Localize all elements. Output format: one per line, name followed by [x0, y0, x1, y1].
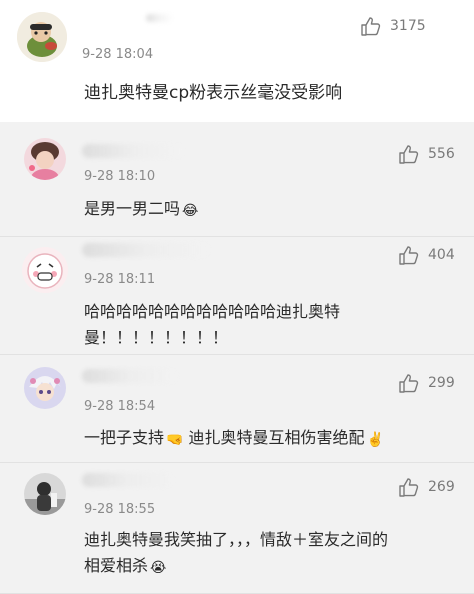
- user-avatar[interactable]: [24, 473, 66, 515]
- comment-text: 迪扎奥特曼cp粉表示丝毫没受影响: [84, 83, 343, 103]
- comment-line: 哈哈哈哈哈哈哈哈哈哈哈哈迪扎奥特: [84, 302, 341, 321]
- username-redacted[interactable]: [82, 369, 178, 383]
- comment-segment: 一把子支持: [84, 428, 165, 447]
- victory-hand-icon: ✌️: [366, 432, 384, 448]
- thumbs-up-icon: [399, 145, 419, 164]
- username-redacted[interactable]: [82, 243, 210, 257]
- comment-line: 相爱相杀 😭: [84, 553, 388, 581]
- timestamp: 9-28 18:54: [84, 399, 156, 414]
- like-count: 404: [428, 247, 455, 263]
- comment-line: 是男一男二吗: [84, 199, 181, 218]
- username-redacted[interactable]: [82, 144, 184, 158]
- like-button[interactable]: 299: [398, 373, 455, 393]
- like-button[interactable]: 556: [398, 144, 455, 164]
- comment-text: 迪扎奥特曼我笑抽了，，，情敌＋室友之间的 相爱相杀 😭: [84, 527, 388, 581]
- comment-line: 迪扎奥特曼我笑抽了，，，情敌＋室友之间的: [84, 530, 389, 549]
- like-count: 299: [428, 375, 455, 391]
- like-count: 3175: [390, 18, 426, 34]
- comment-segment: 迪扎奥特曼互相伤害绝配: [188, 428, 365, 447]
- username-redacted[interactable]: [146, 14, 172, 22]
- reply-item: 404 9-28 18:11 哈哈哈哈哈哈哈哈哈哈哈哈迪扎奥特 曼！！！！！！！…: [0, 237, 474, 355]
- like-count: 556: [428, 146, 455, 162]
- laughing-crying-icon: 😂: [182, 203, 199, 219]
- comment-line-text: 相爱相杀: [84, 556, 149, 575]
- user-avatar[interactable]: [24, 138, 66, 180]
- timestamp: 9-28 18:55: [84, 502, 156, 517]
- main-comment: 3175 9-28 18:04 迪扎奥特曼cp粉表示丝毫没受影响: [0, 0, 474, 118]
- username-redacted[interactable]: [82, 473, 174, 487]
- thumbs-up-icon: [399, 478, 419, 497]
- user-avatar[interactable]: [24, 367, 66, 409]
- comment-text: 是男一男二吗 😂: [84, 196, 198, 224]
- like-button[interactable]: 404: [398, 245, 455, 265]
- thumbs-up-icon: [399, 246, 419, 265]
- fist-icon: 🤜: [166, 432, 184, 448]
- comment-text: 一把子支持 🤜 迪扎奥特曼互相伤害绝配 ✌️: [84, 425, 384, 453]
- comment-text: 哈哈哈哈哈哈哈哈哈哈哈哈迪扎奥特 曼！！！！！！！！: [84, 299, 340, 351]
- like-count: 269: [428, 479, 455, 495]
- reply-item: 269 9-28 18:55 迪扎奥特曼我笑抽了，，，情敌＋室友之间的 相爱相杀…: [0, 463, 474, 594]
- like-button[interactable]: 269: [398, 477, 455, 497]
- reply-item: 299 9-28 18:54 一把子支持 🤜 迪扎奥特曼互相伤害绝配 ✌️: [0, 355, 474, 463]
- thumbs-up-icon: [399, 374, 419, 393]
- crying-face-icon: 😭: [150, 560, 167, 576]
- like-button[interactable]: 3175: [360, 16, 426, 36]
- reply-item: 556 9-28 18:10 是男一男二吗 😂: [0, 122, 474, 237]
- timestamp: 9-28 18:11: [84, 272, 156, 287]
- user-avatar[interactable]: [22, 247, 68, 293]
- thumbs-up-icon: [361, 17, 381, 36]
- user-avatar[interactable]: [17, 12, 67, 62]
- timestamp: 9-28 18:10: [84, 169, 156, 184]
- comment-line: 曼！！！！！！！！: [84, 328, 229, 347]
- timestamp: 9-28 18:04: [82, 47, 154, 62]
